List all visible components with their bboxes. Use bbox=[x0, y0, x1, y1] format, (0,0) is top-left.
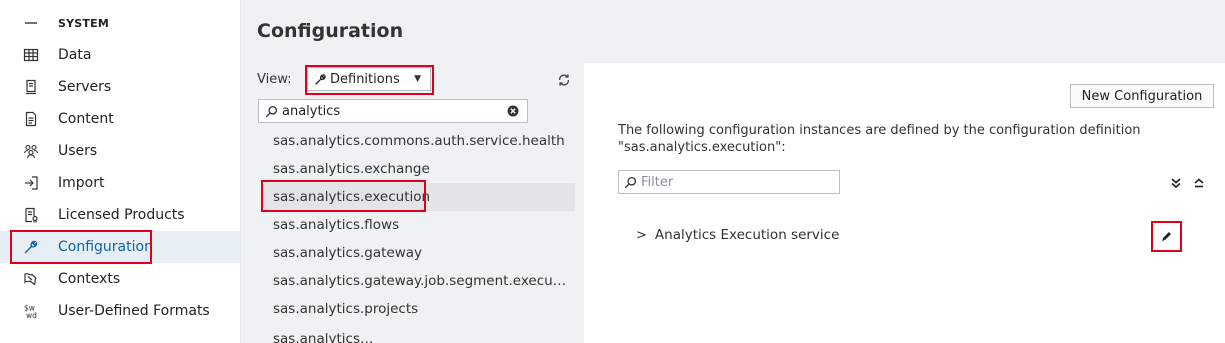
data-grid-icon bbox=[21, 45, 41, 65]
definitions-panel: View: Definitions ▼ analytics sas.analyt… bbox=[241, 60, 583, 343]
side-navigation: SYSTEM Data Servers Content Users Import… bbox=[0, 0, 241, 343]
configuration-detail-panel: New Configuration The following configur… bbox=[584, 63, 1225, 343]
nav-item-servers[interactable]: Servers bbox=[0, 71, 240, 103]
definition-item[interactable]: sas.analytics.commons.auth.service.healt… bbox=[261, 127, 575, 155]
instance-label: Analytics Execution service bbox=[654, 227, 840, 243]
expand-chevron-icon[interactable]: > bbox=[636, 228, 647, 243]
nav-item-label: Users bbox=[58, 143, 98, 159]
search-icon bbox=[265, 105, 278, 118]
wrench-icon bbox=[314, 73, 327, 86]
caret-down-icon: ▼ bbox=[414, 74, 421, 84]
clear-search-icon[interactable] bbox=[507, 105, 519, 117]
nav-item-label: Contexts bbox=[58, 271, 121, 287]
wrench-icon bbox=[21, 237, 41, 257]
view-dropdown[interactable]: Definitions ▼ bbox=[307, 67, 431, 91]
definition-item[interactable]: sas.analytics.exchange bbox=[261, 155, 575, 183]
description-line: "sas.analytics.execution": bbox=[618, 140, 786, 155]
nav-item-label: Content bbox=[58, 111, 114, 127]
user-defined-formats-icon: $w wd bbox=[21, 301, 41, 321]
definition-item-selected[interactable]: sas.analytics.execution bbox=[261, 183, 575, 211]
edit-pencil-icon[interactable] bbox=[1158, 228, 1174, 244]
nav-item-label: Licensed Products bbox=[58, 207, 185, 223]
definition-item-partial[interactable]: sas.analytics… bbox=[261, 323, 575, 343]
nav-item-label: Servers bbox=[58, 79, 112, 95]
nav-item-import[interactable]: Import bbox=[0, 167, 240, 199]
definitions-search bbox=[258, 99, 528, 123]
description-line: The following configuration instances ar… bbox=[618, 123, 1141, 138]
new-configuration-button[interactable]: New Configuration bbox=[1070, 84, 1214, 108]
nav-section-label: SYSTEM bbox=[58, 16, 109, 30]
view-dropdown-value: Definitions bbox=[330, 71, 400, 87]
nav-item-configuration[interactable]: Configuration bbox=[0, 231, 240, 263]
svg-text:wd: wd bbox=[26, 311, 37, 319]
collapse-all-icon[interactable] bbox=[1191, 175, 1207, 191]
main-content: Configuration View: Definitions ▼ analyt… bbox=[241, 0, 1225, 343]
nav-item-data[interactable]: Data bbox=[0, 39, 240, 71]
search-input[interactable] bbox=[282, 103, 502, 119]
import-icon bbox=[21, 173, 41, 193]
licensed-products-icon bbox=[21, 205, 41, 225]
definition-item[interactable]: sas.analytics.flows bbox=[261, 211, 575, 239]
contexts-icon bbox=[21, 269, 41, 289]
nav-item-content[interactable]: Content bbox=[0, 103, 240, 135]
nav-item-label: Import bbox=[58, 175, 105, 191]
expand-all-icon[interactable] bbox=[1168, 175, 1184, 191]
definition-item[interactable]: sas.analytics.gateway bbox=[261, 239, 575, 267]
nav-item-label: User-Defined Formats bbox=[58, 303, 210, 319]
users-icon bbox=[21, 141, 41, 161]
server-icon bbox=[21, 77, 41, 97]
hamburger-icon[interactable] bbox=[21, 13, 41, 33]
configuration-description: The following configuration instances ar… bbox=[618, 122, 1178, 156]
content-document-icon bbox=[21, 109, 41, 129]
view-label: View: bbox=[257, 72, 292, 87]
instance-filter bbox=[618, 170, 840, 194]
refresh-icon[interactable] bbox=[555, 71, 573, 89]
nav-item-licensed-products[interactable]: Licensed Products bbox=[0, 199, 240, 231]
filter-input[interactable] bbox=[641, 174, 831, 190]
definition-item[interactable]: sas.analytics.gateway.job.segment.execu… bbox=[261, 267, 575, 295]
search-icon bbox=[624, 176, 637, 189]
definition-item[interactable]: sas.analytics.projects bbox=[261, 295, 575, 323]
nav-item-user-defined-formats[interactable]: $w wd User-Defined Formats bbox=[0, 295, 240, 327]
nav-item-label: Configuration bbox=[58, 239, 153, 255]
page-title: Configuration bbox=[257, 20, 404, 42]
nav-item-label: Data bbox=[58, 47, 92, 63]
nav-item-contexts[interactable]: Contexts bbox=[0, 263, 240, 295]
nav-section-system[interactable]: SYSTEM bbox=[0, 7, 240, 39]
nav-item-users[interactable]: Users bbox=[0, 135, 240, 167]
configuration-instance[interactable]: > Analytics Execution service bbox=[636, 227, 839, 243]
